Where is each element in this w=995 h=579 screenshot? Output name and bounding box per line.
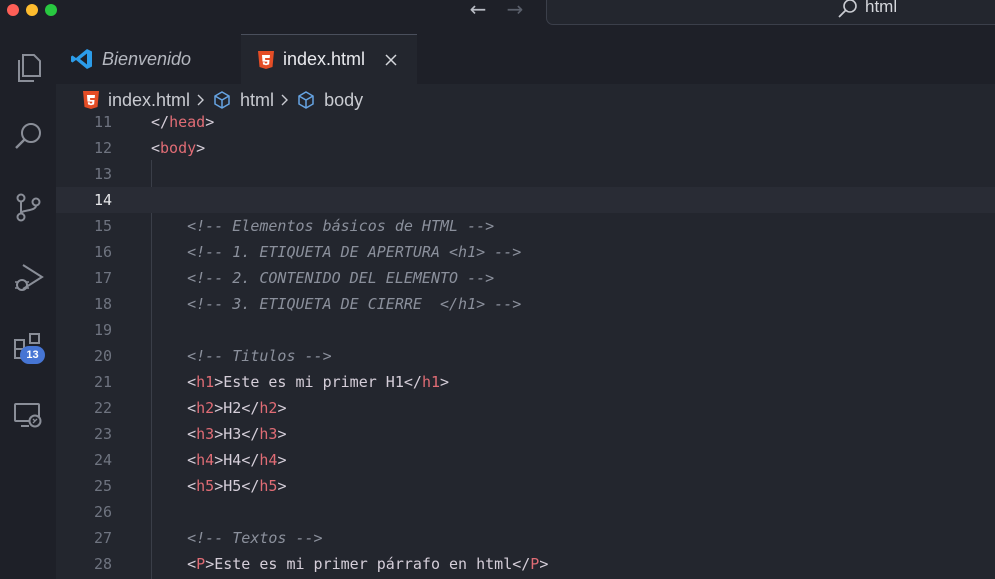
line-number: 26 bbox=[93, 503, 112, 521]
line-number: 23 bbox=[93, 425, 112, 443]
code-line[interactable]: 28 <P>Este es mi primer párrafo en html<… bbox=[56, 551, 995, 577]
element-cube-icon bbox=[212, 90, 232, 110]
line-number: 11 bbox=[93, 113, 112, 131]
code-text: <!-- Elementos básicos de HTML --> bbox=[187, 217, 495, 235]
tab-label: index.html bbox=[283, 49, 366, 69]
code-line[interactable]: 20 <!-- Titulos --> bbox=[56, 343, 995, 369]
code-line[interactable]: 16 <!-- 1. ETIQUETA DE APERTURA <h1> --> bbox=[56, 239, 995, 265]
back-arrow-icon[interactable]: ← bbox=[466, 0, 490, 22]
code-line[interactable]: 21 <h1>Este es mi primer H1</h1> bbox=[56, 369, 995, 395]
code-line[interactable]: 13 bbox=[56, 161, 995, 187]
tab-bar: Bienvenido index.html bbox=[56, 34, 995, 84]
code-line[interactable]: 27 <!-- Textos --> bbox=[56, 525, 995, 551]
code-line[interactable]: 12 <body> bbox=[56, 135, 995, 161]
code-editor[interactable]: 11 </head> 12 <body> 13 14 15 <!-- Elementos b… bbox=[56, 110, 995, 579]
zoom-window-button[interactable] bbox=[45, 4, 57, 16]
vscode-icon bbox=[70, 47, 94, 71]
code-line[interactable]: 15 <!-- Elementos básicos de HTML --> bbox=[56, 213, 995, 239]
line-number: 22 bbox=[93, 399, 112, 417]
html5-icon bbox=[82, 90, 100, 110]
code-text: </head> bbox=[151, 113, 215, 131]
line-number: 20 bbox=[93, 347, 112, 365]
search-icon[interactable] bbox=[0, 112, 56, 162]
line-number: 24 bbox=[93, 451, 112, 469]
line-number: 17 bbox=[93, 269, 112, 287]
line-number: 25 bbox=[93, 477, 112, 495]
activity-bar: 13 bbox=[0, 34, 56, 579]
forward-arrow-icon[interactable]: → bbox=[503, 0, 527, 22]
breadcrumb-body[interactable]: body bbox=[296, 90, 363, 111]
minimize-window-button[interactable] bbox=[26, 4, 38, 16]
line-number: 18 bbox=[93, 295, 112, 313]
close-icon[interactable] bbox=[383, 52, 399, 68]
remote-explorer-icon[interactable] bbox=[0, 390, 56, 440]
element-cube-icon bbox=[296, 90, 316, 110]
explorer-icon[interactable] bbox=[0, 43, 56, 93]
chevron-right-icon bbox=[196, 93, 206, 107]
code-line[interactable]: 22 <h2>H2</h2> bbox=[56, 395, 995, 421]
html5-icon bbox=[257, 50, 275, 70]
code-line[interactable]: 19 bbox=[56, 317, 995, 343]
run-debug-icon[interactable] bbox=[0, 252, 56, 302]
search-icon bbox=[836, 0, 860, 21]
line-number: 13 bbox=[93, 165, 112, 183]
code-line[interactable]: 24 <h4>H4</h4> bbox=[56, 447, 995, 473]
code-line[interactable]: 25 <h5>H5</h5> bbox=[56, 473, 995, 499]
code-text: <h4>H4</h4> bbox=[187, 451, 287, 469]
code-line[interactable]: 23 <h3>H3</h3> bbox=[56, 421, 995, 447]
code-line[interactable]: 26 bbox=[56, 499, 995, 525]
line-number: 27 bbox=[93, 529, 112, 547]
code-line[interactable]: 17 <!-- 2. CONTENIDO DEL ELEMENTO --> bbox=[56, 265, 995, 291]
tab-bienvenido[interactable]: Bienvenido bbox=[56, 34, 240, 84]
code-text: <!-- 2. CONTENIDO DEL ELEMENTO --> bbox=[187, 269, 495, 287]
line-number: 12 bbox=[93, 139, 112, 157]
close-window-button[interactable] bbox=[7, 4, 19, 16]
command-center-search[interactable] bbox=[546, 0, 995, 25]
code-text: <!-- 1. ETIQUETA DE APERTURA <h1> --> bbox=[187, 243, 522, 261]
code-line[interactable]: 11 </head> bbox=[56, 110, 995, 135]
tab-index-html[interactable]: index.html bbox=[241, 34, 417, 84]
line-number: 21 bbox=[93, 373, 112, 391]
code-text: <h5>H5</h5> bbox=[187, 477, 287, 495]
line-number: 16 bbox=[93, 243, 112, 261]
code-text: <!-- Titulos --> bbox=[187, 347, 332, 365]
chevron-right-icon bbox=[280, 93, 290, 107]
code-text: <h2>H2</h2> bbox=[187, 399, 287, 417]
code-text: <P>Este es mi primer párrafo en html</P> bbox=[187, 555, 549, 573]
code-text: <!-- Textos --> bbox=[187, 529, 323, 547]
extensions-badge: 13 bbox=[20, 346, 45, 364]
code-text: <h1>Este es mi primer H1</h1> bbox=[187, 373, 450, 391]
line-number: 28 bbox=[93, 555, 112, 573]
code-text: <!-- 3. ETIQUETA DE CIERRE </h1> --> bbox=[187, 295, 522, 313]
code-line[interactable]: 18 <!-- 3. ETIQUETA DE CIERRE </h1> --> bbox=[56, 291, 995, 317]
title-bar: ← → html bbox=[0, 0, 995, 34]
code-text: <h3>H3</h3> bbox=[187, 425, 287, 443]
breadcrumb-html[interactable]: html bbox=[212, 90, 274, 111]
line-number: 14 bbox=[93, 191, 112, 209]
line-number: 15 bbox=[93, 217, 112, 235]
line-number: 19 bbox=[93, 321, 112, 339]
tab-label: Bienvenido bbox=[102, 48, 192, 69]
command-center-text: html bbox=[865, 0, 898, 16]
code-line[interactable]: 14 bbox=[56, 187, 995, 213]
code-text: <body> bbox=[151, 139, 206, 157]
breadcrumb-file[interactable]: index.html bbox=[82, 90, 190, 111]
source-control-icon[interactable] bbox=[0, 182, 56, 232]
